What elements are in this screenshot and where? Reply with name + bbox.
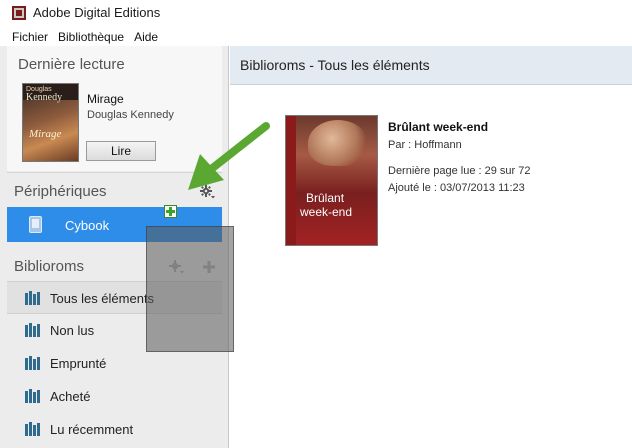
main-header-title: Biblioroms - Tous les éléments xyxy=(240,57,430,73)
cover-name-text: Kennedy xyxy=(26,92,63,103)
menu-fichier[interactable]: Fichier xyxy=(8,28,52,46)
cover-title-line1: Brûlant xyxy=(306,191,345,205)
last-read-author: Douglas Kennedy xyxy=(87,109,174,121)
book-added-date: Ajouté le : 03/07/2013 11:23 xyxy=(388,182,525,194)
add-plus-icon xyxy=(164,205,177,218)
bookshelves-heading: Biblioroms xyxy=(14,258,85,275)
bookshelf-label: Acheté xyxy=(50,389,91,404)
bookshelf-label: Tous les éléments xyxy=(50,291,155,306)
app-icon xyxy=(12,6,26,20)
bookshelf-label: Lu récemment xyxy=(50,422,134,437)
bookshelf-icon xyxy=(25,389,40,403)
bookshelf-label: Non lus xyxy=(50,323,95,338)
last-read-cover[interactable]: Douglas Kennedy Mirage xyxy=(22,83,79,162)
cover-title-text: Mirage xyxy=(29,128,62,140)
bookshelf-item-recent[interactable]: Lu récemment xyxy=(7,413,222,446)
last-read-heading: Dernière lecture xyxy=(18,56,125,73)
window-title: Adobe Digital Editions xyxy=(33,5,161,20)
cover-spine xyxy=(286,116,296,245)
cover-title-line2: week-end xyxy=(300,205,353,219)
title-bar: Adobe Digital Editions xyxy=(0,0,632,26)
device-label: Cybook xyxy=(65,218,110,233)
menu-aide[interactable]: Aide xyxy=(130,28,162,46)
cover-art xyxy=(308,120,368,166)
bookshelf-icon xyxy=(25,356,40,370)
main-header: Biblioroms - Tous les éléments xyxy=(230,46,632,85)
book-title: Brûlant week-end xyxy=(388,120,489,134)
drag-ghost xyxy=(146,226,234,352)
read-button[interactable]: Lire xyxy=(86,141,156,161)
menu-bar: Fichier Bibliothèque Aide xyxy=(0,28,632,46)
bookshelf-label: Emprunté xyxy=(50,356,107,371)
book-author: Par : Hoffmann xyxy=(388,139,462,151)
bookshelf-icon xyxy=(25,291,40,305)
last-read-title: Mirage xyxy=(87,92,124,106)
devices-heading: Périphériques xyxy=(14,183,107,200)
ereader-icon xyxy=(29,216,42,233)
bookshelf-item-purchased[interactable]: Acheté xyxy=(7,380,222,413)
bookshelf-icon xyxy=(25,323,40,337)
book-last-page: Dernière page lue : 29 sur 72 xyxy=(388,165,531,177)
menu-bibliotheque[interactable]: Bibliothèque xyxy=(54,28,128,46)
green-arrow-icon xyxy=(188,122,270,190)
book-cover[interactable]: Brûlant week-end xyxy=(285,115,378,246)
bookshelf-icon xyxy=(25,422,40,436)
